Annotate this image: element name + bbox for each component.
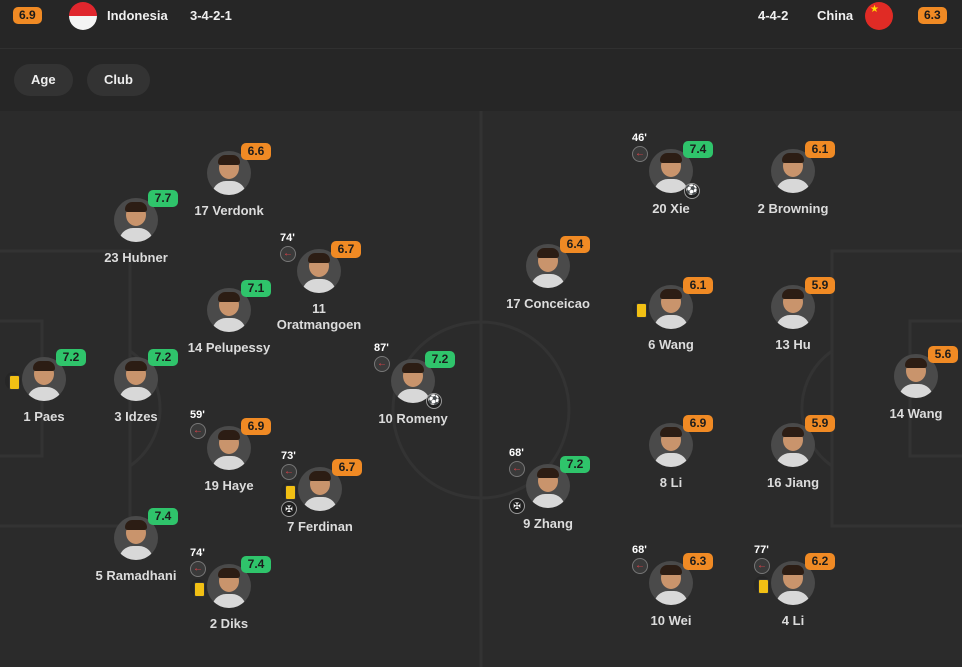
player-name: 3 Idzes [114, 409, 158, 424]
player-rating-badge: 5.9 [805, 415, 835, 432]
yellow-card-shape [194, 582, 205, 597]
filter-bar: Age Club [0, 49, 962, 111]
substitution-out-icon: ← [281, 464, 297, 480]
player-browning[interactable]: 6.1 2 Browning [728, 141, 858, 229]
player-rating-badge: 7.2 [425, 351, 455, 368]
player-wang6[interactable]: 6.1 6 Wang [606, 277, 736, 365]
player-zhang[interactable]: 7.2 68' ← ✠ 9 Zhang [483, 447, 613, 544]
substitution-time: 59' [190, 409, 205, 421]
away-team-rating: 6.3 [918, 7, 947, 24]
player-rating-badge: 6.4 [560, 236, 590, 253]
player-li4[interactable]: 6.2 77' ← 4 Li [728, 544, 858, 641]
player-rating-badge: 6.7 [331, 241, 361, 258]
goal-ball-icon: ⚽ [684, 183, 700, 199]
player-name: 9 Zhang [523, 516, 573, 531]
age-filter-button[interactable]: Age [14, 64, 73, 96]
goal-ball-icon: ⚽ [426, 393, 442, 409]
indonesia-flag-icon [69, 2, 97, 30]
yellow-card-shape [9, 375, 20, 390]
player-rating-badge: 6.1 [805, 141, 835, 158]
player-name: 4 Li [781, 613, 805, 628]
player-rating-badge: 7.4 [683, 141, 713, 158]
player-rating-badge: 7.7 [148, 190, 178, 207]
player-rating-badge: 5.6 [928, 346, 958, 363]
player-name: 10 Wei [650, 613, 692, 628]
player-pelupessy[interactable]: 7.1 14 Pelupessy [164, 280, 294, 368]
substitution-out-icon: ← [190, 561, 206, 577]
player-name: 10 Romeny [378, 411, 448, 426]
assist-boot-icon: ✠ [509, 498, 525, 514]
player-name: 8 Li [659, 475, 683, 490]
player-ferdinan[interactable]: 6.7 73' ← ✠ 7 Ferdinan [255, 450, 385, 547]
player-xie[interactable]: 7.4 46' ← ⚽ 20 Xie [606, 132, 736, 229]
pitch: 6.6 17 Verdonk 7.7 23 Hubner 6.7 74' ← 11 Oratma… [0, 111, 962, 667]
player-name: 6 Wang [648, 337, 694, 352]
player-name: 7 Ferdinan [287, 519, 353, 534]
player-name: 14 Pelupessy [187, 340, 271, 355]
substitution-time: 74' [190, 547, 205, 559]
player-hubner[interactable]: 7.7 23 Hubner [71, 190, 201, 278]
player-name: 2 Browning [757, 201, 829, 216]
player-romeny[interactable]: 7.2 87' ← ⚽ 10 Romeny [348, 342, 478, 439]
assist-boot-icon: ✠ [281, 501, 297, 517]
player-rating-badge: 6.3 [683, 553, 713, 570]
substitution-time: 68' [632, 544, 647, 556]
away-team-name[interactable]: China [817, 8, 853, 23]
match-header: 6.9 Indonesia 3-4-2-1 4-4-2 China ★ 6.3 [0, 0, 962, 49]
substitution-out-icon: ← [509, 461, 525, 477]
substitution-time: 74' [280, 232, 295, 244]
player-rating-badge: 7.2 [560, 456, 590, 473]
player-name: 17 Conceicao [506, 296, 590, 311]
substitution-out-icon: ← [190, 423, 206, 439]
player-rating-badge: 6.6 [241, 143, 271, 160]
player-wang14[interactable]: 5.6 14 Wang [851, 346, 962, 434]
substitution-out-icon: ← [632, 146, 648, 162]
substitution-out-icon: ← [374, 356, 390, 372]
player-name: 23 Hubner [104, 250, 168, 265]
player-li8[interactable]: 6.9 8 Li [606, 415, 736, 503]
player-jiang[interactable]: 5.9 16 Jiang [728, 415, 858, 503]
player-rating-badge: 7.4 [148, 508, 178, 525]
yellow-card-shape [285, 485, 296, 500]
player-wei[interactable]: 6.3 68' ← 10 Wei [606, 544, 736, 641]
yellow-card-shape [636, 303, 647, 318]
player-rating-badge: 6.9 [683, 415, 713, 432]
player-name: 14 Wang [889, 406, 943, 421]
player-hu[interactable]: 5.9 13 Hu [728, 277, 858, 365]
player-name: 13 Hu [775, 337, 811, 352]
player-conceicao[interactable]: 6.4 17 Conceicao [483, 236, 613, 324]
player-name: 2 Diks [209, 616, 249, 631]
player-name: 16 Jiang [766, 475, 820, 490]
substitution-out-icon: ← [280, 246, 296, 262]
player-diks[interactable]: 7.4 74' ← 2 Diks [164, 547, 294, 644]
player-rating-badge: 6.1 [683, 277, 713, 294]
club-filter-button[interactable]: Club [87, 64, 150, 96]
away-formation: 4-4-2 [758, 8, 789, 23]
substitution-out-icon: ← [754, 558, 770, 574]
player-rating-badge: 7.2 [148, 349, 178, 366]
player-rating-badge: 6.9 [241, 418, 271, 435]
player-rating-badge: 7.4 [241, 556, 271, 573]
player-rating-badge: 5.9 [805, 277, 835, 294]
substitution-out-icon: ← [632, 558, 648, 574]
player-idzes[interactable]: 7.2 3 Idzes [71, 349, 201, 437]
yellow-card-shape [758, 579, 769, 594]
substitution-time: 46' [632, 132, 647, 144]
substitution-time: 87' [374, 342, 389, 354]
china-flag-icon: ★ [865, 2, 893, 30]
home-team-rating: 6.9 [13, 7, 42, 24]
home-formation: 3-4-2-1 [190, 8, 232, 23]
home-team-name[interactable]: Indonesia [107, 8, 168, 23]
substitution-time: 73' [281, 450, 296, 462]
player-rating-badge: 6.2 [805, 553, 835, 570]
player-rating-badge: 7.1 [241, 280, 271, 297]
player-rating-badge: 6.7 [332, 459, 362, 476]
player-name: 20 Xie [652, 201, 690, 216]
substitution-time: 68' [509, 447, 524, 459]
substitution-time: 77' [754, 544, 769, 556]
